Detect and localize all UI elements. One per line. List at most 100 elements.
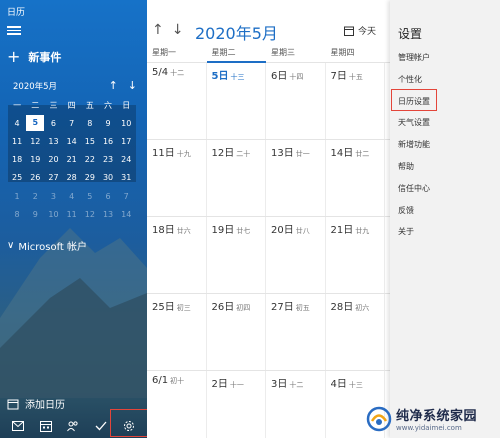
- mini-day[interactable]: 22: [81, 155, 99, 164]
- day-number: 5日: [211, 71, 229, 82]
- mini-day[interactable]: 9: [26, 210, 44, 219]
- mini-day[interactable]: 20: [44, 155, 62, 164]
- lunar-date: 十一: [229, 381, 244, 389]
- mini-day[interactable]: 13: [99, 210, 117, 219]
- mini-day[interactable]: 8: [81, 119, 99, 128]
- watermark-logo: [366, 406, 392, 431]
- mini-calendar-month[interactable]: 2020年5月: [13, 80, 57, 92]
- mini-day[interactable]: 16: [99, 137, 117, 146]
- today-button[interactable]: 今天: [344, 24, 376, 37]
- day-cell[interactable]: 7日 十五: [326, 63, 385, 139]
- mini-day-today[interactable]: 5: [26, 115, 45, 132]
- lunar-date: 廿七: [236, 227, 251, 235]
- day-cell-today[interactable]: 5日 十三: [207, 63, 266, 139]
- microsoft-account-toggle[interactable]: ∨ Microsoft 帐户: [7, 238, 87, 253]
- weekday-header: 星期三: [271, 48, 295, 57]
- day-cell[interactable]: 26日 初四: [207, 294, 266, 370]
- mini-day[interactable]: 31: [117, 173, 135, 182]
- mini-day[interactable]: 8: [8, 210, 26, 219]
- day-cell[interactable]: 25日 初三: [147, 294, 207, 370]
- hamburger-menu-icon[interactable]: [7, 24, 21, 38]
- mini-day[interactable]: 12: [81, 210, 99, 219]
- settings-item-about[interactable]: 关于: [398, 226, 430, 248]
- mini-day[interactable]: 1: [8, 192, 26, 201]
- mini-weekday: 日: [122, 100, 131, 110]
- settings-item-help[interactable]: 帮助: [398, 161, 430, 183]
- day-cell[interactable]: 13日 廿一: [266, 140, 326, 216]
- mini-day[interactable]: 7: [117, 192, 135, 201]
- mini-day[interactable]: 10: [44, 210, 62, 219]
- mini-day[interactable]: 9: [99, 119, 117, 128]
- mini-day[interactable]: 23: [99, 155, 117, 164]
- lunar-date: 廿八: [295, 227, 310, 235]
- mini-prev-arrow-icon[interactable]: ↑: [109, 79, 118, 92]
- week-row: 25日 初三 26日 初四 27日 初五 28日 初六: [147, 294, 390, 371]
- mini-day[interactable]: 6: [44, 119, 62, 128]
- lunar-date: 廿一: [295, 150, 310, 158]
- mini-weekday: 四: [67, 100, 76, 110]
- mini-weekday: 一: [13, 100, 22, 110]
- mini-day[interactable]: 3: [44, 192, 62, 201]
- day-number: 19日: [211, 225, 235, 236]
- weekday-header-row: 星期一 星期二 星期三 星期四: [147, 43, 390, 63]
- mini-day[interactable]: 6: [99, 192, 117, 201]
- mini-day[interactable]: 4: [8, 119, 26, 128]
- month-title[interactable]: 2020年5月: [195, 20, 278, 44]
- day-cell[interactable]: 18日 廿六: [147, 217, 207, 293]
- mail-icon[interactable]: [11, 419, 25, 433]
- new-event-button[interactable]: + 新事件: [7, 49, 61, 65]
- day-cell[interactable]: 28日 初六: [326, 294, 385, 370]
- mini-day[interactable]: 4: [63, 192, 81, 201]
- app-title: 日历: [7, 8, 26, 18]
- settings-item-manage-accounts[interactable]: 管理帐户: [398, 52, 430, 74]
- mini-day[interactable]: 27: [44, 173, 62, 182]
- mini-day[interactable]: 11: [63, 210, 81, 219]
- settings-item-weather-settings[interactable]: 天气设置: [398, 117, 430, 139]
- mini-day[interactable]: 24: [117, 155, 135, 164]
- mini-day[interactable]: 5: [81, 192, 99, 201]
- mini-day[interactable]: 28: [63, 173, 81, 182]
- mini-day[interactable]: 7: [63, 119, 81, 128]
- day-cell[interactable]: 11日 十九: [147, 140, 207, 216]
- mini-day[interactable]: 30: [99, 173, 117, 182]
- day-cell[interactable]: 19日 廿七: [207, 217, 266, 293]
- mini-day[interactable]: 29: [81, 173, 99, 182]
- day-cell[interactable]: 12日 二十: [207, 140, 266, 216]
- mini-day[interactable]: 10: [117, 119, 135, 128]
- people-icon[interactable]: [66, 419, 80, 433]
- settings-item-whats-new[interactable]: 新增功能: [398, 139, 430, 161]
- mini-day[interactable]: 2: [26, 192, 44, 201]
- todo-check-icon[interactable]: [94, 419, 108, 433]
- mini-day[interactable]: 12: [26, 137, 44, 146]
- settings-item-trust-center[interactable]: 信任中心: [398, 183, 430, 205]
- mini-day[interactable]: 26: [26, 173, 44, 182]
- mini-day[interactable]: 14: [63, 137, 81, 146]
- mini-next-arrow-icon[interactable]: ↓: [128, 79, 137, 92]
- mini-day[interactable]: 18: [8, 155, 26, 164]
- day-cell[interactable]: 6/1 初十: [147, 371, 207, 438]
- mini-day[interactable]: 21: [63, 155, 81, 164]
- mini-day[interactable]: 19: [26, 155, 44, 164]
- mini-day[interactable]: 15: [81, 137, 99, 146]
- day-cell[interactable]: 3日 十二: [266, 371, 326, 438]
- mini-calendar-grid: 一 二 三 四 五 六 日 4 5 6 7 8 9 10 11 12 13 14…: [8, 96, 136, 223]
- prev-month-arrow-icon[interactable]: ↑: [152, 22, 164, 38]
- calendar-icon[interactable]: [39, 419, 53, 433]
- add-calendar-button[interactable]: 添加日历: [7, 396, 65, 411]
- mini-week-row: 18 19 20 21 22 23 24: [8, 151, 136, 169]
- day-cell[interactable]: 2日 十一: [207, 371, 266, 438]
- mini-day[interactable]: 25: [8, 173, 26, 182]
- mini-day[interactable]: 17: [117, 137, 135, 146]
- next-month-arrow-icon[interactable]: ↓: [172, 22, 184, 38]
- day-cell[interactable]: 5/4 十二: [147, 63, 207, 139]
- day-cell[interactable]: 20日 廿八: [266, 217, 326, 293]
- mini-day[interactable]: 11: [8, 137, 26, 146]
- day-cell[interactable]: 21日 廿九: [326, 217, 385, 293]
- settings-item-feedback[interactable]: 反馈: [398, 205, 430, 227]
- mini-day[interactable]: 13: [44, 137, 62, 146]
- day-cell[interactable]: 6日 十四: [266, 63, 326, 139]
- mini-day[interactable]: 14: [117, 210, 135, 219]
- day-cell[interactable]: 14日 廿二: [326, 140, 385, 216]
- day-number: 6日: [271, 71, 288, 82]
- day-cell[interactable]: 27日 初五: [266, 294, 326, 370]
